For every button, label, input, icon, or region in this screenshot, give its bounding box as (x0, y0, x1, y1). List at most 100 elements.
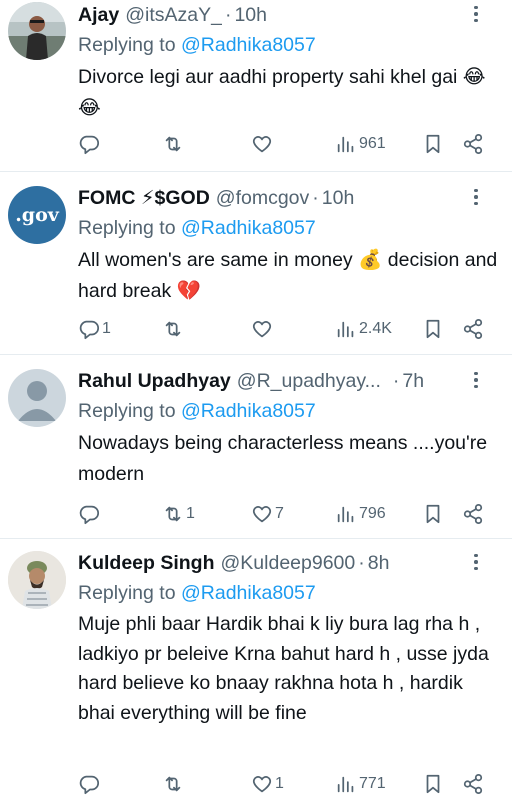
more-options-icon[interactable] (466, 2, 486, 26)
retweet-icon (165, 776, 181, 792)
retweet-count: 1 (186, 505, 195, 522)
replying-to: Replying to @Radhika8057 (78, 30, 502, 60)
avatar[interactable] (8, 2, 66, 60)
display-name[interactable]: Kuldeep Singh (78, 552, 215, 575)
avatar[interactable]: .gov (8, 186, 66, 244)
default-avatar-icon (18, 381, 56, 421)
views-button[interactable]: 796 (335, 499, 386, 529)
replying-to: Replying to @Radhika8057 (78, 213, 502, 243)
heart-icon (252, 321, 272, 338)
bookmark-icon (426, 504, 440, 524)
reply-button[interactable] (78, 129, 102, 159)
bookmark-button[interactable] (422, 129, 444, 159)
more-options-icon[interactable] (466, 185, 486, 209)
reply-count: 1 (102, 320, 111, 337)
views-button[interactable]: 771 (335, 769, 386, 799)
heart-icon (252, 136, 272, 153)
view-count: 771 (359, 775, 386, 792)
tweet-ajay[interactable]: Ajay @itsAzaY_ · 10h Replying to @Radhik… (0, 0, 512, 172)
mention-link[interactable]: @Radhika8057 (181, 217, 316, 239)
view-count: 796 (359, 505, 386, 522)
bookmark-icon (426, 134, 440, 154)
tweet-header: Ajay @itsAzaY_ · 10h (78, 0, 502, 30)
display-name[interactable]: Ajay (78, 4, 119, 27)
retweet-button[interactable] (162, 769, 186, 799)
bookmark-icon (426, 319, 440, 339)
like-count: 7 (275, 505, 284, 522)
bookmark-button[interactable] (422, 499, 444, 529)
separator-dot: · (312, 186, 319, 209)
action-bar: 961 (78, 129, 498, 159)
like-button[interactable] (251, 129, 275, 159)
action-bar: 1 771 (78, 769, 498, 799)
replying-to: Replying to @Radhika8057 (78, 396, 502, 426)
reply-button[interactable]: 1 (78, 314, 111, 344)
separator-dot: · (392, 369, 400, 392)
replying-label: Replying to (78, 34, 176, 56)
replying-label: Replying to (78, 217, 176, 239)
retweet-button[interactable] (162, 314, 186, 344)
like-button[interactable]: 7 (251, 499, 284, 529)
mention-link[interactable]: @Radhika8057 (181, 582, 316, 604)
share-icon (463, 773, 483, 795)
view-count: 961 (359, 135, 386, 152)
view-count: 2.4K (359, 320, 392, 337)
share-button[interactable] (462, 499, 484, 529)
retweet-icon (165, 506, 181, 522)
share-button[interactable] (462, 129, 484, 159)
tweet-rahul[interactable]: Rahul Upadhyay @R_upadhyay... · 7h Reply… (0, 355, 512, 539)
share-button[interactable] (462, 769, 484, 799)
user-handle[interactable]: @Kuldeep9600 (221, 552, 356, 575)
separator-dot: · (358, 551, 365, 574)
user-handle[interactable]: @R_upadhyay... (237, 370, 381, 393)
reply-button[interactable] (78, 499, 102, 529)
reply-icon (79, 775, 100, 795)
bookmark-button[interactable] (422, 314, 444, 344)
user-handle[interactable]: @fomcgov (216, 187, 310, 210)
like-count: 1 (275, 775, 284, 792)
views-icon (337, 506, 354, 523)
like-button[interactable]: 1 (251, 769, 284, 799)
reply-icon (79, 135, 100, 155)
bookmark-button[interactable] (422, 769, 444, 799)
heart-icon (252, 776, 272, 793)
action-bar: 1 2.4K (78, 314, 498, 344)
views-button[interactable]: 2.4K (335, 314, 392, 344)
timestamp[interactable]: 8h (368, 552, 390, 575)
views-button[interactable]: 961 (335, 129, 386, 159)
retweet-icon (165, 321, 181, 337)
bookmark-icon (426, 774, 440, 794)
like-button[interactable] (251, 314, 275, 344)
display-name[interactable]: Rahul Upadhyay (78, 370, 231, 393)
tweet-header: Rahul Upadhyay @R_upadhyay... · 7h (78, 366, 502, 396)
share-button[interactable] (462, 314, 484, 344)
share-icon (463, 318, 483, 340)
views-icon (337, 321, 354, 338)
user-handle[interactable]: @itsAzaY_ (125, 4, 222, 27)
mention-link[interactable]: @Radhika8057 (181, 400, 316, 422)
avatar[interactable] (8, 551, 66, 609)
reply-button[interactable] (78, 769, 102, 799)
timestamp[interactable]: 10h (322, 187, 355, 210)
more-options-icon[interactable] (466, 368, 486, 392)
avatar[interactable] (8, 369, 66, 427)
tweet-text: Divorce legi aur aadhi property sahi khe… (78, 66, 486, 119)
tweet-text: Muje phli baar Hardik bhai k liy bura la… (78, 613, 489, 724)
display-name[interactable]: FOMC ⚡$GOD (78, 186, 210, 210)
timestamp[interactable]: 10h (234, 4, 267, 27)
retweet-button[interactable]: 1 (162, 499, 195, 529)
avatar-logo-text: .gov (15, 204, 59, 226)
tweet-header: Kuldeep Singh @Kuldeep9600 · 8h (78, 548, 502, 578)
replying-label: Replying to (78, 400, 176, 422)
reply-feed: Ajay @itsAzaY_ · 10h Replying to @Radhik… (0, 0, 512, 799)
share-icon (463, 133, 483, 155)
separator-dot: · (224, 3, 232, 26)
retweet-button[interactable] (162, 129, 186, 159)
tweet-fomc[interactable]: .gov FOMC ⚡$GOD @fomcgov · 10h Replying … (0, 172, 512, 355)
tweet-kuldeep[interactable]: Kuldeep Singh @Kuldeep9600 · 8h Replying… (0, 539, 512, 799)
reply-icon (79, 505, 100, 525)
more-options-icon[interactable] (466, 550, 486, 574)
mention-link[interactable]: @Radhika8057 (181, 34, 316, 56)
timestamp[interactable]: 7h (402, 370, 424, 393)
tweet-text: Nowadays being characterless means ....y… (78, 432, 488, 485)
